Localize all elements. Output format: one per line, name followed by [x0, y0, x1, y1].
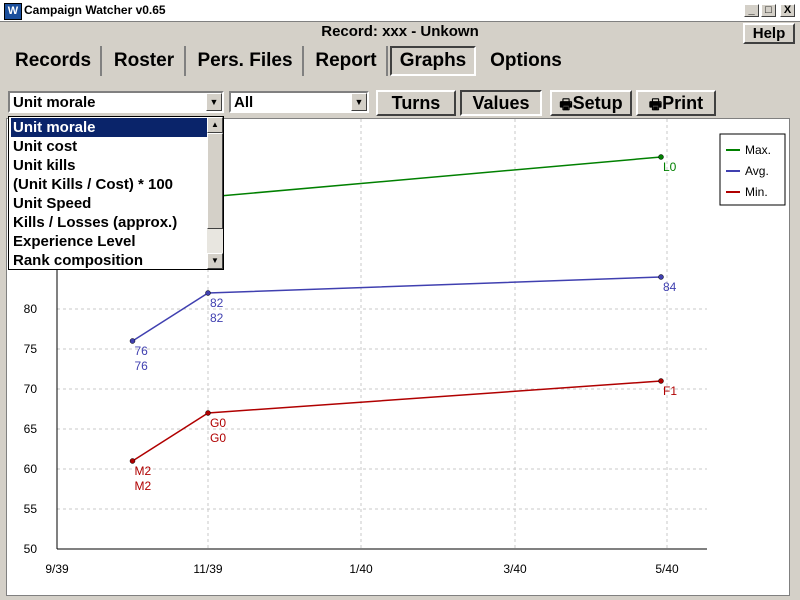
print-button[interactable]: 🖶Print [636, 90, 716, 116]
tab-roster[interactable]: Roster [104, 46, 186, 76]
values-button[interactable]: Values [460, 90, 542, 116]
point-label: 82 [210, 311, 224, 325]
y-tick-label: 55 [24, 502, 38, 516]
dropdown-option-rank-composition[interactable]: Rank composition [11, 251, 211, 269]
maximize-button[interactable]: □ [761, 4, 776, 17]
point-label: 84 [663, 280, 677, 294]
dropdown-scrollbar[interactable]: ▲ ▼ [207, 117, 223, 269]
printer-icon: 🖶 [648, 96, 663, 112]
x-tick-label: 11/39 [193, 562, 222, 576]
point-label: L0 [663, 160, 677, 174]
x-tick-label: 9/39 [45, 562, 69, 576]
point-label: M2 [135, 464, 152, 478]
data-point [658, 378, 664, 384]
x-tick-label: 1/40 [349, 562, 373, 576]
scroll-down-icon[interactable]: ▼ [207, 253, 223, 269]
data-point [205, 410, 211, 416]
title-bar: W Campaign Watcher v0.65 _ □ X [0, 0, 800, 22]
y-tick-label: 75 [24, 342, 38, 356]
data-point [658, 274, 664, 280]
turns-button[interactable]: Turns [376, 90, 456, 116]
window-title: Campaign Watcher v0.65 [24, 3, 166, 17]
scroll-up-icon[interactable]: ▲ [207, 117, 223, 133]
metric-dropdown-list[interactable]: Unit morale Unit cost Unit kills (Unit K… [8, 116, 224, 270]
dropdown-option-unit-kills[interactable]: Unit kills [11, 156, 211, 175]
point-label: 76 [135, 359, 149, 373]
tab-report[interactable]: Report [306, 46, 388, 76]
legend-label: Min. [745, 185, 768, 199]
print-button-label: Print [662, 93, 704, 113]
point-label: M2 [135, 479, 152, 493]
printer-icon: 🖶 [559, 96, 573, 112]
dropdown-option-experience-level[interactable]: Experience Level [11, 232, 211, 251]
chevron-down-icon[interactable]: ▼ [206, 93, 222, 111]
data-point [129, 338, 136, 344]
point-label: G0 [210, 431, 226, 445]
setup-button[interactable]: 🖶Setup [550, 90, 632, 116]
data-point [205, 290, 211, 296]
y-tick-label: 50 [24, 542, 38, 556]
dropdown-option-unit-cost[interactable]: Unit cost [11, 137, 211, 156]
legend-label: Max. [745, 143, 771, 157]
point-label: 76 [135, 344, 149, 358]
point-label: F1 [663, 384, 677, 398]
dropdown-option-unit-speed[interactable]: Unit Speed [11, 194, 211, 213]
filter-select[interactable]: All ▼ [229, 91, 369, 113]
x-tick-label: 5/40 [655, 562, 679, 576]
y-tick-label: 70 [24, 382, 38, 396]
data-point [129, 458, 136, 464]
tab-records[interactable]: Records [6, 46, 102, 76]
y-tick-label: 60 [24, 462, 38, 476]
filter-select-value: All [234, 94, 254, 111]
point-label: G0 [210, 416, 226, 430]
dropdown-option-kills-per-cost[interactable]: (Unit Kills / Cost) * 100 [11, 175, 211, 194]
series-line [207, 156, 662, 198]
chevron-down-icon[interactable]: ▼ [351, 93, 367, 111]
metric-select-value: Unit morale [13, 94, 96, 111]
metric-select[interactable]: Unit morale ▼ [8, 91, 224, 113]
legend-label: Avg. [745, 164, 769, 178]
help-button[interactable]: Help [743, 23, 795, 44]
y-tick-label: 65 [24, 422, 38, 436]
minimize-button[interactable]: _ [744, 4, 759, 17]
tab-pers-files[interactable]: Pers. Files [188, 46, 304, 76]
setup-button-label: Setup [572, 93, 623, 113]
tab-graphs[interactable]: Graphs [390, 46, 476, 76]
data-point [658, 154, 664, 160]
x-tick-label: 3/40 [503, 562, 527, 576]
app-icon: W [4, 3, 22, 20]
point-label: 82 [210, 296, 224, 310]
y-tick-label: 80 [24, 302, 38, 316]
tab-options[interactable]: Options [480, 46, 572, 76]
dropdown-option-unit-morale[interactable]: Unit morale [11, 118, 211, 137]
record-title: Record: xxx - Unkown [321, 23, 479, 40]
close-button[interactable]: X [780, 4, 795, 17]
dropdown-option-kills-losses[interactable]: Kills / Losses (approx.) [11, 213, 211, 232]
scrollbar-thumb[interactable] [207, 133, 223, 229]
